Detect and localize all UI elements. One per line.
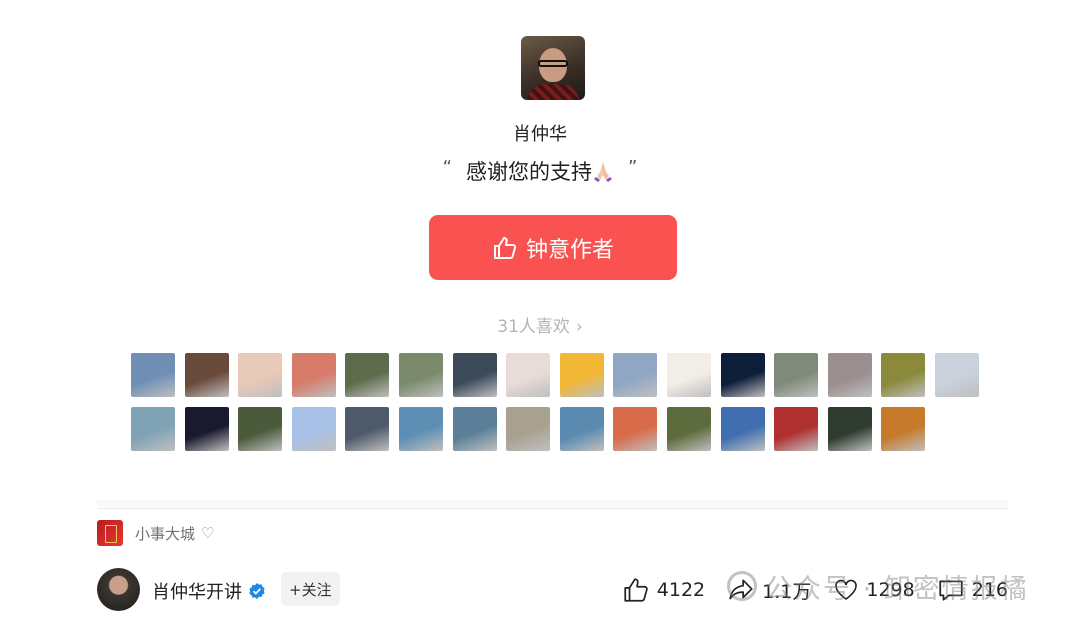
collection-name: 小事大城 bbox=[135, 524, 196, 543]
fan-avatar-grid bbox=[131, 353, 991, 451]
fan-avatar[interactable] bbox=[506, 353, 551, 397]
thumb-up-outline-icon bbox=[624, 578, 648, 602]
like-count: 4122 bbox=[656, 579, 706, 601]
fan-avatar[interactable] bbox=[827, 353, 872, 397]
like-author-button[interactable]: 钟意作者 bbox=[429, 215, 677, 280]
fan-avatar[interactable] bbox=[398, 407, 443, 451]
collection-tag[interactable]: 小事大城 ♡ bbox=[97, 520, 214, 546]
comment-count: 216 bbox=[971, 579, 1008, 601]
fan-avatar[interactable] bbox=[559, 407, 604, 451]
fan-avatar[interactable] bbox=[720, 353, 765, 397]
collection-cover-icon bbox=[97, 520, 123, 546]
praying-hands-icon bbox=[594, 162, 612, 182]
fan-avatar[interactable] bbox=[934, 353, 979, 397]
article-bottom-bar: 肖仲华开讲 +关注 4122 1.1万 1298 216 bbox=[97, 566, 1008, 612]
comment-stat-button[interactable]: 216 bbox=[937, 576, 1008, 604]
chevron-right-icon: › bbox=[575, 317, 583, 337]
fan-avatar[interactable] bbox=[238, 353, 283, 397]
author-avatar-small[interactable] bbox=[97, 568, 140, 611]
fan-avatar[interactable] bbox=[398, 353, 443, 397]
fan-avatar[interactable] bbox=[506, 407, 551, 451]
author-account[interactable]: 肖仲华开讲 bbox=[152, 578, 266, 604]
heart-outline-icon: ♡ bbox=[201, 524, 215, 542]
fan-avatar[interactable] bbox=[184, 353, 229, 397]
section-divider bbox=[97, 500, 1008, 509]
author-account-name: 肖仲华开讲 bbox=[152, 582, 242, 603]
follow-button[interactable]: +关注 bbox=[281, 572, 340, 606]
verified-badge-icon bbox=[249, 583, 265, 599]
heart-icon bbox=[835, 579, 858, 600]
avatar-glasses bbox=[538, 60, 568, 67]
author-quote: “ 感谢您的支持 ” bbox=[0, 156, 1080, 186]
fan-avatar[interactable] bbox=[559, 353, 604, 397]
fan-avatar[interactable] bbox=[613, 353, 658, 397]
share-count: 1.1万 bbox=[762, 580, 812, 603]
share-icon bbox=[729, 579, 753, 600]
quote-text: 感谢您的支持 bbox=[466, 160, 592, 184]
fan-avatar[interactable] bbox=[131, 353, 175, 397]
fans-count-label: 31人喜欢 bbox=[497, 317, 570, 337]
fan-avatar[interactable] bbox=[291, 407, 336, 451]
thumb-up-icon bbox=[493, 236, 517, 259]
author-avatar-large[interactable] bbox=[521, 36, 585, 100]
comment-icon bbox=[939, 580, 963, 601]
engagement-stats: 4122 1.1万 1298 216 bbox=[600, 574, 1008, 606]
fan-avatar[interactable] bbox=[291, 353, 336, 397]
fan-avatar[interactable] bbox=[666, 407, 711, 451]
avatar-shirt bbox=[527, 84, 579, 100]
fan-avatar[interactable] bbox=[881, 353, 926, 397]
fan-avatar[interactable] bbox=[827, 407, 872, 451]
share-stat-button[interactable]: 1.1万 bbox=[727, 576, 811, 604]
fan-avatar[interactable] bbox=[184, 407, 229, 451]
fan-avatar[interactable] bbox=[666, 353, 711, 397]
like-author-label: 钟意作者 bbox=[525, 237, 614, 263]
fan-avatar[interactable] bbox=[238, 407, 283, 451]
fan-avatar[interactable] bbox=[774, 407, 819, 451]
fan-avatar[interactable] bbox=[345, 353, 390, 397]
quote-open-mark: “ bbox=[442, 157, 452, 178]
heart-count: 1298 bbox=[866, 579, 915, 601]
fan-avatar[interactable] bbox=[345, 407, 390, 451]
fan-avatar[interactable] bbox=[452, 407, 497, 451]
quote-close-mark: ” bbox=[628, 157, 638, 178]
like-stat-button[interactable]: 4122 bbox=[622, 576, 705, 604]
author-name: 肖仲华 bbox=[513, 124, 567, 145]
fan-avatar[interactable] bbox=[452, 353, 497, 397]
fans-count-link[interactable]: 31人喜欢 › bbox=[0, 312, 1080, 337]
fan-avatar[interactable] bbox=[131, 407, 175, 451]
heart-stat-button[interactable]: 1298 bbox=[833, 577, 915, 603]
fan-avatar[interactable] bbox=[613, 407, 658, 451]
fan-avatar[interactable] bbox=[881, 407, 926, 451]
fan-avatar[interactable] bbox=[720, 407, 765, 451]
fan-avatar[interactable] bbox=[774, 353, 819, 397]
